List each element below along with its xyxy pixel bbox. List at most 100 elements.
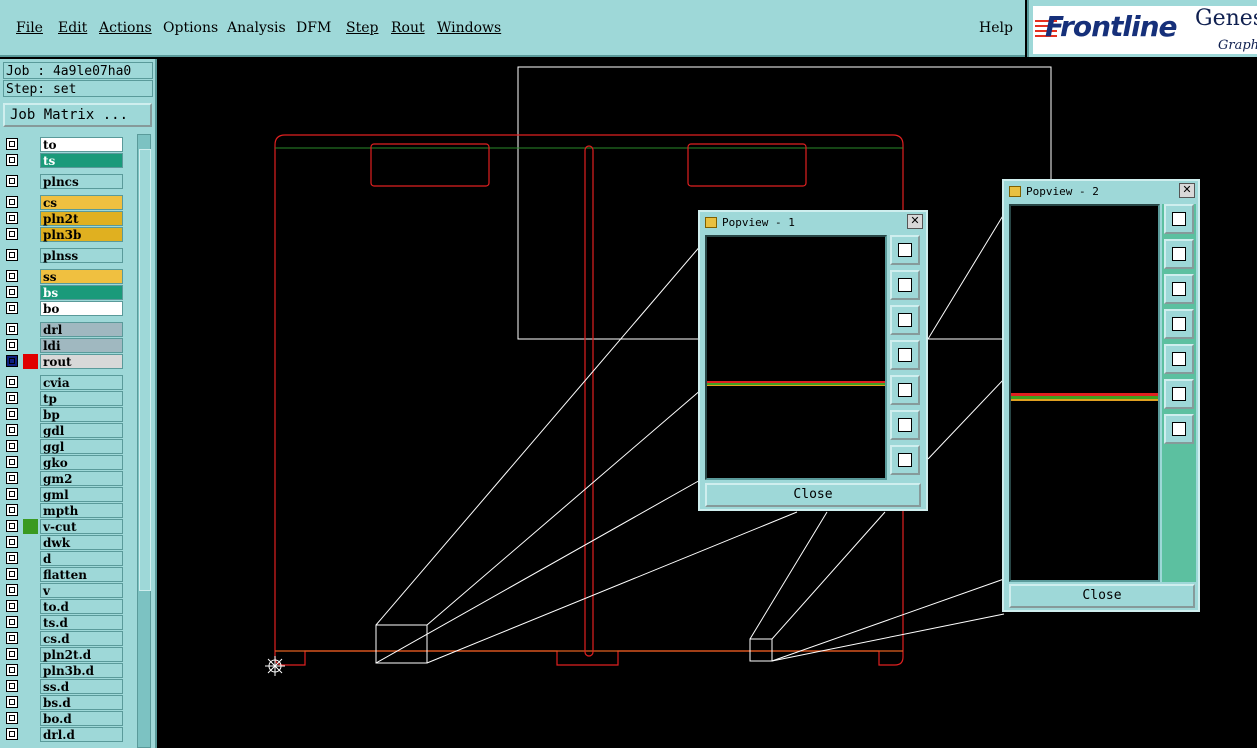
layer-name[interactable]: bp [40, 407, 123, 422]
layer-name[interactable]: v-cut [40, 519, 123, 534]
layer-visibility-checkbox[interactable] [6, 632, 18, 644]
layer-name[interactable]: cvia [40, 375, 123, 390]
zoom-in-icon[interactable] [890, 410, 920, 440]
layer-color-swatch[interactable] [23, 174, 38, 189]
popview-1-close-button[interactable]: Close [705, 483, 921, 507]
layer-visibility-checkbox[interactable] [6, 728, 18, 740]
layer-row-plncs[interactable]: plncs [3, 174, 125, 189]
layer-name[interactable]: drl.d [40, 727, 123, 742]
popview-2-close-button[interactable]: Close [1009, 584, 1195, 608]
layer-color-swatch[interactable] [23, 439, 38, 454]
layer-row-mpth[interactable]: mpth [3, 503, 125, 518]
layer-visibility-checkbox[interactable] [6, 488, 18, 500]
zoom-in-icon[interactable] [1164, 379, 1194, 409]
layer-color-swatch[interactable] [23, 679, 38, 694]
layer-visibility-checkbox[interactable] [6, 712, 18, 724]
layer-visibility-checkbox[interactable] [6, 536, 18, 548]
layer-color-swatch[interactable] [23, 615, 38, 630]
pan-down-icon[interactable] [1164, 274, 1194, 304]
layer-visibility-checkbox[interactable] [6, 600, 18, 612]
layer-row-pln3b-d[interactable]: pln3b.d [3, 663, 125, 678]
layer-row-drl-d[interactable]: drl.d [3, 727, 125, 742]
layer-visibility-checkbox[interactable] [6, 228, 18, 240]
layer-row-ss-d[interactable]: ss.d [3, 679, 125, 694]
layer-row-flatten[interactable]: flatten [3, 567, 125, 582]
layer-row-to-d[interactable]: to.d [3, 599, 125, 614]
layer-row-cvia[interactable]: cvia [3, 375, 125, 390]
layer-color-swatch[interactable] [23, 269, 38, 284]
zoom-fit-icon[interactable] [890, 235, 920, 265]
layer-visibility-checkbox[interactable] [6, 286, 18, 298]
layer-visibility-checkbox[interactable] [6, 212, 18, 224]
layer-row-gm2[interactable]: gm2 [3, 471, 125, 486]
layer-visibility-checkbox[interactable] [6, 355, 18, 367]
layer-row-bo-d[interactable]: bo.d [3, 711, 125, 726]
scrollbar-thumb[interactable] [139, 149, 151, 591]
layer-visibility-checkbox[interactable] [6, 339, 18, 351]
layer-visibility-checkbox[interactable] [6, 680, 18, 692]
layer-visibility-checkbox[interactable] [6, 440, 18, 452]
menu-windows[interactable]: Windows [437, 20, 501, 36]
popview-2-close-icon[interactable]: ✕ [1179, 183, 1195, 198]
layer-name[interactable]: flatten [40, 567, 123, 582]
layer-color-swatch[interactable] [23, 487, 38, 502]
layer-name[interactable]: bs.d [40, 695, 123, 710]
popview-1-close-icon[interactable]: ✕ [907, 214, 923, 229]
layer-scrollbar[interactable] [137, 134, 151, 748]
popview-1-view[interactable] [705, 235, 887, 480]
pan-left-icon[interactable] [890, 340, 920, 370]
zoom-out-icon[interactable] [890, 445, 920, 475]
layer-row-plnss[interactable]: plnss [3, 248, 125, 263]
layer-color-swatch[interactable] [23, 503, 38, 518]
layer-row-bo[interactable]: bo [3, 301, 125, 316]
layer-row-gml[interactable]: gml [3, 487, 125, 502]
graphic-canvas[interactable]: Popview - 1 ✕ Close Popview - 2 ✕ Close [157, 59, 1257, 748]
layer-row-ldi[interactable]: ldi [3, 338, 125, 353]
layer-name[interactable]: drl [40, 322, 123, 337]
layer-row-pln2t-d[interactable]: pln2t.d [3, 647, 125, 662]
layer-name[interactable]: pln3b [40, 227, 123, 242]
layer-row-bp[interactable]: bp [3, 407, 125, 422]
layer-color-swatch[interactable] [23, 599, 38, 614]
layer-color-swatch[interactable] [23, 455, 38, 470]
layer-row-v-cut[interactable]: v-cut [3, 519, 125, 534]
zoom-fit-icon[interactable] [1164, 204, 1194, 234]
layer-color-swatch[interactable] [23, 195, 38, 210]
layer-name[interactable]: ss [40, 269, 123, 284]
layer-row-ggl[interactable]: ggl [3, 439, 125, 454]
layer-color-swatch[interactable] [23, 285, 38, 300]
layer-visibility-checkbox[interactable] [6, 196, 18, 208]
layer-name[interactable]: gdl [40, 423, 123, 438]
layer-color-swatch[interactable] [23, 211, 38, 226]
pan-left-icon[interactable] [1164, 309, 1194, 339]
layer-visibility-checkbox[interactable] [6, 648, 18, 660]
layer-row-gko[interactable]: gko [3, 455, 125, 470]
layer-color-swatch[interactable] [23, 153, 38, 168]
layer-name[interactable]: ss.d [40, 679, 123, 694]
layer-name[interactable]: cs [40, 195, 123, 210]
layer-row-bs[interactable]: bs [3, 285, 125, 300]
layer-row-ts[interactable]: ts [3, 153, 125, 168]
pan-down-icon[interactable] [890, 305, 920, 335]
pan-up-icon[interactable] [890, 270, 920, 300]
layer-color-swatch[interactable] [23, 407, 38, 422]
layer-name[interactable]: ts.d [40, 615, 123, 630]
layer-name[interactable]: d [40, 551, 123, 566]
layer-color-swatch[interactable] [23, 423, 38, 438]
layer-visibility-checkbox[interactable] [6, 520, 18, 532]
layer-visibility-checkbox[interactable] [6, 584, 18, 596]
layer-name[interactable]: dwk [40, 535, 123, 550]
menu-actions[interactable]: Actions [99, 20, 152, 36]
layer-visibility-checkbox[interactable] [6, 408, 18, 420]
layer-row-ts-d[interactable]: ts.d [3, 615, 125, 630]
layer-color-swatch[interactable] [23, 227, 38, 242]
layer-visibility-checkbox[interactable] [6, 154, 18, 166]
layer-visibility-checkbox[interactable] [6, 424, 18, 436]
layer-color-swatch[interactable] [23, 471, 38, 486]
layer-color-swatch[interactable] [23, 338, 38, 353]
layer-row-cs-d[interactable]: cs.d [3, 631, 125, 646]
layer-visibility-checkbox[interactable] [6, 664, 18, 676]
job-matrix-button[interactable]: Job Matrix ... [3, 103, 152, 127]
menu-analysis[interactable]: Analysis [227, 20, 286, 36]
layer-row-rout[interactable]: rout [3, 354, 125, 369]
